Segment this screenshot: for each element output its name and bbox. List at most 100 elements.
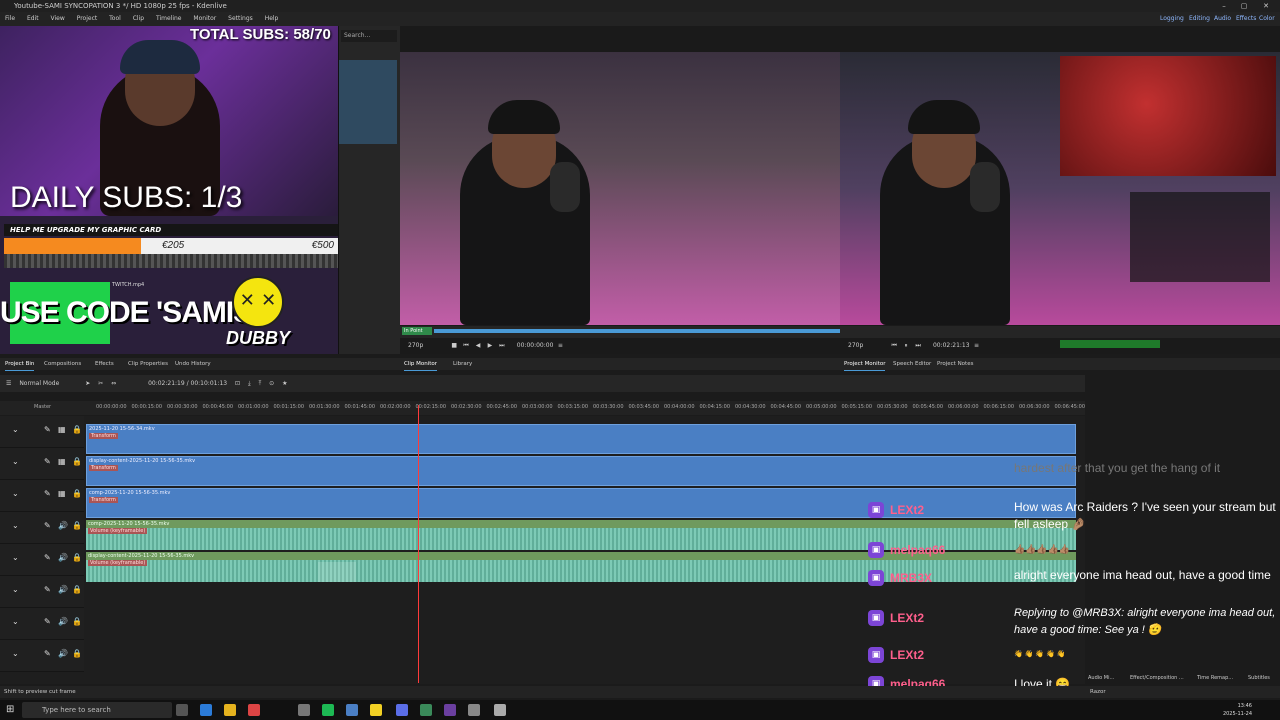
chevron-down-icon[interactable]: ⌄ — [12, 457, 19, 466]
bin-selected-item[interactable] — [339, 60, 397, 144]
lock-icon[interactable]: 🔒 — [72, 521, 82, 530]
lock-icon[interactable]: 🔒 — [72, 489, 82, 498]
tab-project-bin[interactable]: Project Bin — [5, 358, 35, 371]
chevron-down-icon[interactable]: ⌄ — [12, 617, 19, 626]
menu-icon[interactable]: ≡ — [555, 338, 565, 354]
project-monitor-screen[interactable] — [840, 52, 1280, 325]
stop-icon[interactable]: ■ — [449, 338, 459, 354]
chrome-icon[interactable] — [298, 704, 310, 716]
speaker-icon[interactable]: 🔊 — [58, 553, 68, 562]
skip-back-icon[interactable]: ⏮ — [889, 338, 899, 354]
track-header-a4[interactable]: ⌄ ✎ 🔊 🔒 — [0, 608, 84, 640]
speaker-icon[interactable]: 🔊 — [58, 521, 68, 530]
razor-tool-icon[interactable]: ✂ — [98, 375, 103, 392]
tab-effects[interactable]: Effects — [95, 358, 114, 370]
tab-library[interactable]: Library — [453, 358, 472, 370]
kdenlive-icon[interactable] — [346, 704, 358, 716]
workspace-color[interactable]: Color — [1259, 12, 1275, 26]
app-icon[interactable] — [494, 704, 506, 716]
taskbar-search-input[interactable]: Type here to search — [22, 702, 172, 718]
lock-icon[interactable]: 🔒 — [72, 617, 82, 626]
tab-clip-monitor[interactable]: Clip Monitor — [404, 358, 438, 371]
lock-icon[interactable]: 🔒 — [72, 649, 82, 658]
lock-icon[interactable]: 🔒 — [72, 585, 82, 594]
tab-compositions[interactable]: Compositions — [44, 358, 81, 370]
tab-project-monitor[interactable]: Project Monitor — [844, 358, 886, 371]
task-view-icon[interactable] — [176, 704, 188, 716]
tab-undo-history[interactable]: Undo History — [175, 358, 211, 370]
forward-icon[interactable]: ⏭ — [497, 338, 507, 354]
pencil-icon[interactable]: ✎ — [44, 649, 51, 658]
audio-selection[interactable] — [318, 562, 356, 582]
chrome-icon[interactable] — [248, 704, 260, 716]
lock-icon[interactable]: 🔒 — [72, 553, 82, 562]
folder-icon[interactable] — [370, 704, 382, 716]
speaker-icon[interactable]: 🔊 — [58, 585, 68, 594]
timeline-timecode[interactable]: 00:02:21:19 / 00:10:01:13 — [148, 375, 227, 392]
snap-icon[interactable]: ⊙ — [269, 375, 274, 392]
workspace-editing[interactable]: Editing — [1189, 12, 1210, 26]
right-panel-tab[interactable]: Subtitles — [1248, 672, 1270, 684]
tab-speech-editor[interactable]: Speech Editor — [893, 358, 931, 370]
video-clip[interactable]: 2025-11-20 15-56-34.mkv Transform — [86, 424, 1076, 454]
track-header-a5[interactable]: ⌄ ✎ 🔊 🔒 — [0, 640, 84, 672]
spotify-icon[interactable] — [322, 704, 334, 716]
app-icon[interactable] — [420, 704, 432, 716]
master-label[interactable]: Master — [34, 404, 51, 410]
lock-icon[interactable]: 🔒 — [72, 457, 82, 466]
playhead[interactable] — [418, 405, 419, 683]
tab-project-notes[interactable]: Project Notes — [937, 358, 973, 370]
project-monitor-resolution[interactable]: 270p — [848, 342, 863, 349]
project-monitor-timecode[interactable]: 00:02:21:13 — [933, 342, 970, 349]
menu-timeline[interactable]: Timeline — [151, 12, 187, 26]
lock-icon[interactable]: 🔒 — [72, 425, 82, 434]
pencil-icon[interactable]: ✎ — [44, 521, 51, 530]
workspace-logging[interactable]: Logging — [1160, 12, 1184, 26]
menu-monitor[interactable]: Monitor — [188, 12, 221, 26]
edit-mode-select[interactable]: Normal Mode — [19, 375, 59, 392]
track-header-v1[interactable]: ⌄ ✎ ▦ 🔒 — [0, 480, 84, 512]
workspace-effects[interactable]: Effects — [1236, 12, 1256, 26]
rewind-icon[interactable]: ◀ — [473, 338, 483, 354]
overwrite-icon[interactable]: ⤒ — [259, 375, 262, 392]
timeline-menu-icon[interactable]: ☰ — [6, 375, 11, 392]
speaker-icon[interactable]: 🔊 — [58, 617, 68, 626]
chevron-down-icon[interactable]: ⌄ — [12, 489, 19, 498]
file-explorer-icon[interactable] — [224, 704, 236, 716]
pencil-icon[interactable]: ✎ — [44, 553, 51, 562]
right-panel-tab[interactable]: Effect/Composition ... — [1130, 672, 1184, 684]
close-button[interactable]: ✕ — [1256, 0, 1276, 12]
favorite-icon[interactable]: ★ — [282, 375, 287, 392]
minimize-button[interactable]: – — [1214, 0, 1234, 12]
menu-edit[interactable]: Edit — [22, 12, 44, 26]
pencil-icon[interactable]: ✎ — [44, 457, 51, 466]
clip-monitor-timecode[interactable]: 00:00:00:00 — [517, 342, 554, 349]
discord-icon[interactable] — [396, 704, 408, 716]
clip-monitor-resolution[interactable]: 270p — [408, 342, 423, 349]
film-icon[interactable]: ▦ — [58, 489, 66, 498]
menu-settings[interactable]: Settings — [223, 12, 258, 26]
edge-icon[interactable] — [200, 704, 212, 716]
track-header-a2[interactable]: ⌄ ✎ 🔊 🔒 — [0, 544, 84, 576]
track-header-v2[interactable]: ⌄ ✎ ▦ 🔒 — [0, 448, 84, 480]
menu-tool[interactable]: Tool — [104, 12, 126, 26]
pencil-icon[interactable]: ✎ — [44, 489, 51, 498]
chevron-down-icon[interactable]: ⌄ — [12, 425, 19, 434]
pause-icon[interactable]: ⏸ — [901, 338, 911, 354]
pencil-icon[interactable]: ✎ — [44, 585, 51, 594]
clip-monitor-screen[interactable] — [400, 52, 840, 325]
settings-icon[interactable] — [468, 704, 480, 716]
track-header-a3[interactable]: ⌄ ✎ 🔊 🔒 — [0, 576, 84, 608]
chevron-down-icon[interactable]: ⌄ — [12, 585, 19, 594]
maximize-button[interactable]: ▢ — [1234, 0, 1254, 12]
forward-icon[interactable]: ⏭ — [913, 338, 923, 354]
obs-icon[interactable] — [444, 704, 456, 716]
track-header-v3[interactable]: ⌄ ✎ ▦ 🔒 — [0, 416, 84, 448]
clip-monitor-ruler[interactable]: In Point — [400, 326, 1280, 338]
timeline-ruler[interactable]: Master 00:00:00:00 00:00:15:00 00:00:30:00… — [0, 401, 1085, 415]
film-icon[interactable]: ▦ — [58, 457, 66, 466]
menu-project[interactable]: Project — [72, 12, 103, 26]
menu-view[interactable]: View — [46, 12, 70, 26]
menu-clip[interactable]: Clip — [128, 12, 149, 26]
tab-clip-properties[interactable]: Clip Properties — [128, 358, 168, 370]
